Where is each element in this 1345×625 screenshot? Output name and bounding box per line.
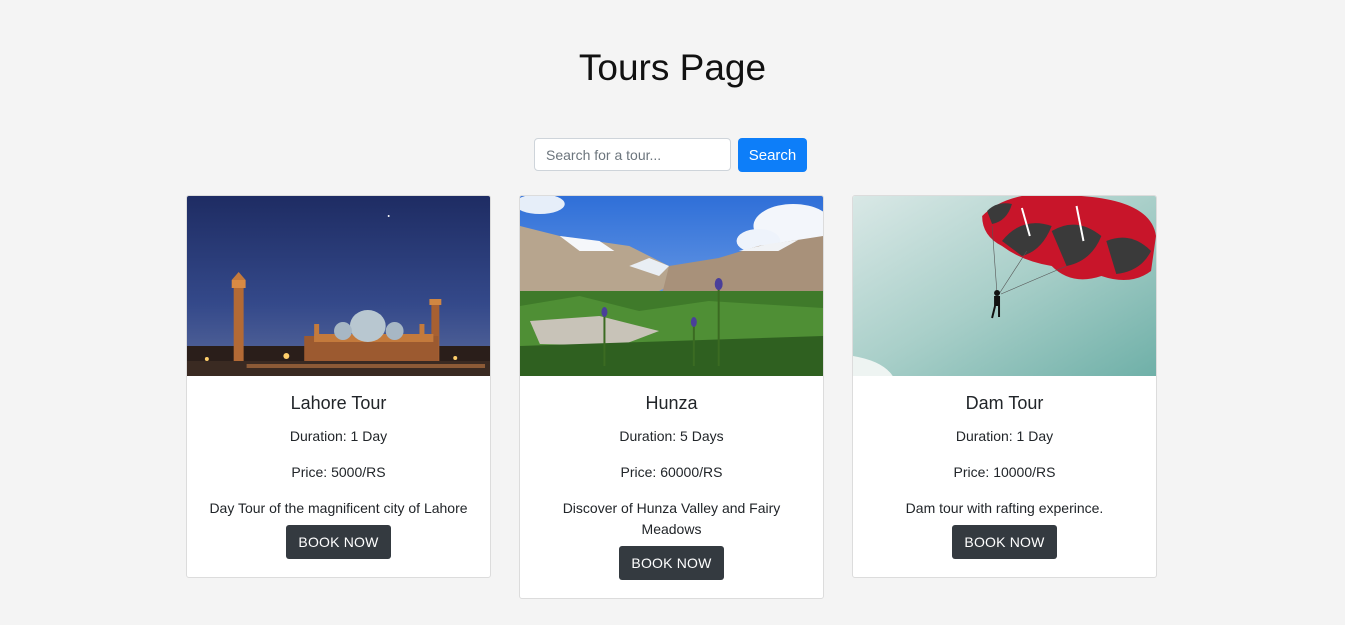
tour-description: Discover of Hunza Valley and Fairy Meado… xyxy=(562,500,781,537)
search-bar: Search xyxy=(534,138,807,172)
book-now-button[interactable]: BOOK NOW xyxy=(952,525,1057,559)
tour-title: Lahore Tour xyxy=(290,393,387,413)
tour-price: Price: 10000/RS xyxy=(953,464,1056,480)
search-input[interactable] xyxy=(534,138,731,171)
tour-card-hunza: Hunza Duration: 5 Days Price: 60000/RS D… xyxy=(519,195,824,599)
tour-card-lahore: Lahore Tour Duration: 1 Day Price: 5000/… xyxy=(186,195,491,578)
tour-duration: Duration: 5 Days xyxy=(619,428,724,444)
search-button[interactable]: Search xyxy=(738,138,807,172)
tour-duration: Duration: 1 Day xyxy=(955,428,1054,444)
tour-price: Price: 5000/RS xyxy=(291,464,386,480)
mountain-valley-photo xyxy=(520,196,823,376)
tour-title: Hunza xyxy=(645,393,698,413)
tour-card-dam: Dam Tour Duration: 1 Day Price: 10000/RS… xyxy=(852,195,1157,578)
mosque-at-night-photo xyxy=(187,196,490,376)
parasailing-photo xyxy=(853,196,1156,376)
tour-title: Dam Tour xyxy=(965,393,1044,413)
tour-description: Day Tour of the magnificent city of Laho… xyxy=(209,500,468,516)
tour-description: Dam tour with rafting experince. xyxy=(905,500,1104,516)
book-now-button[interactable]: BOOK NOW xyxy=(286,525,391,559)
tour-duration: Duration: 1 Day xyxy=(289,428,388,444)
page-title: Tours Page xyxy=(578,47,767,88)
book-now-button[interactable]: BOOK NOW xyxy=(619,546,724,580)
tour-price: Price: 60000/RS xyxy=(620,464,723,480)
